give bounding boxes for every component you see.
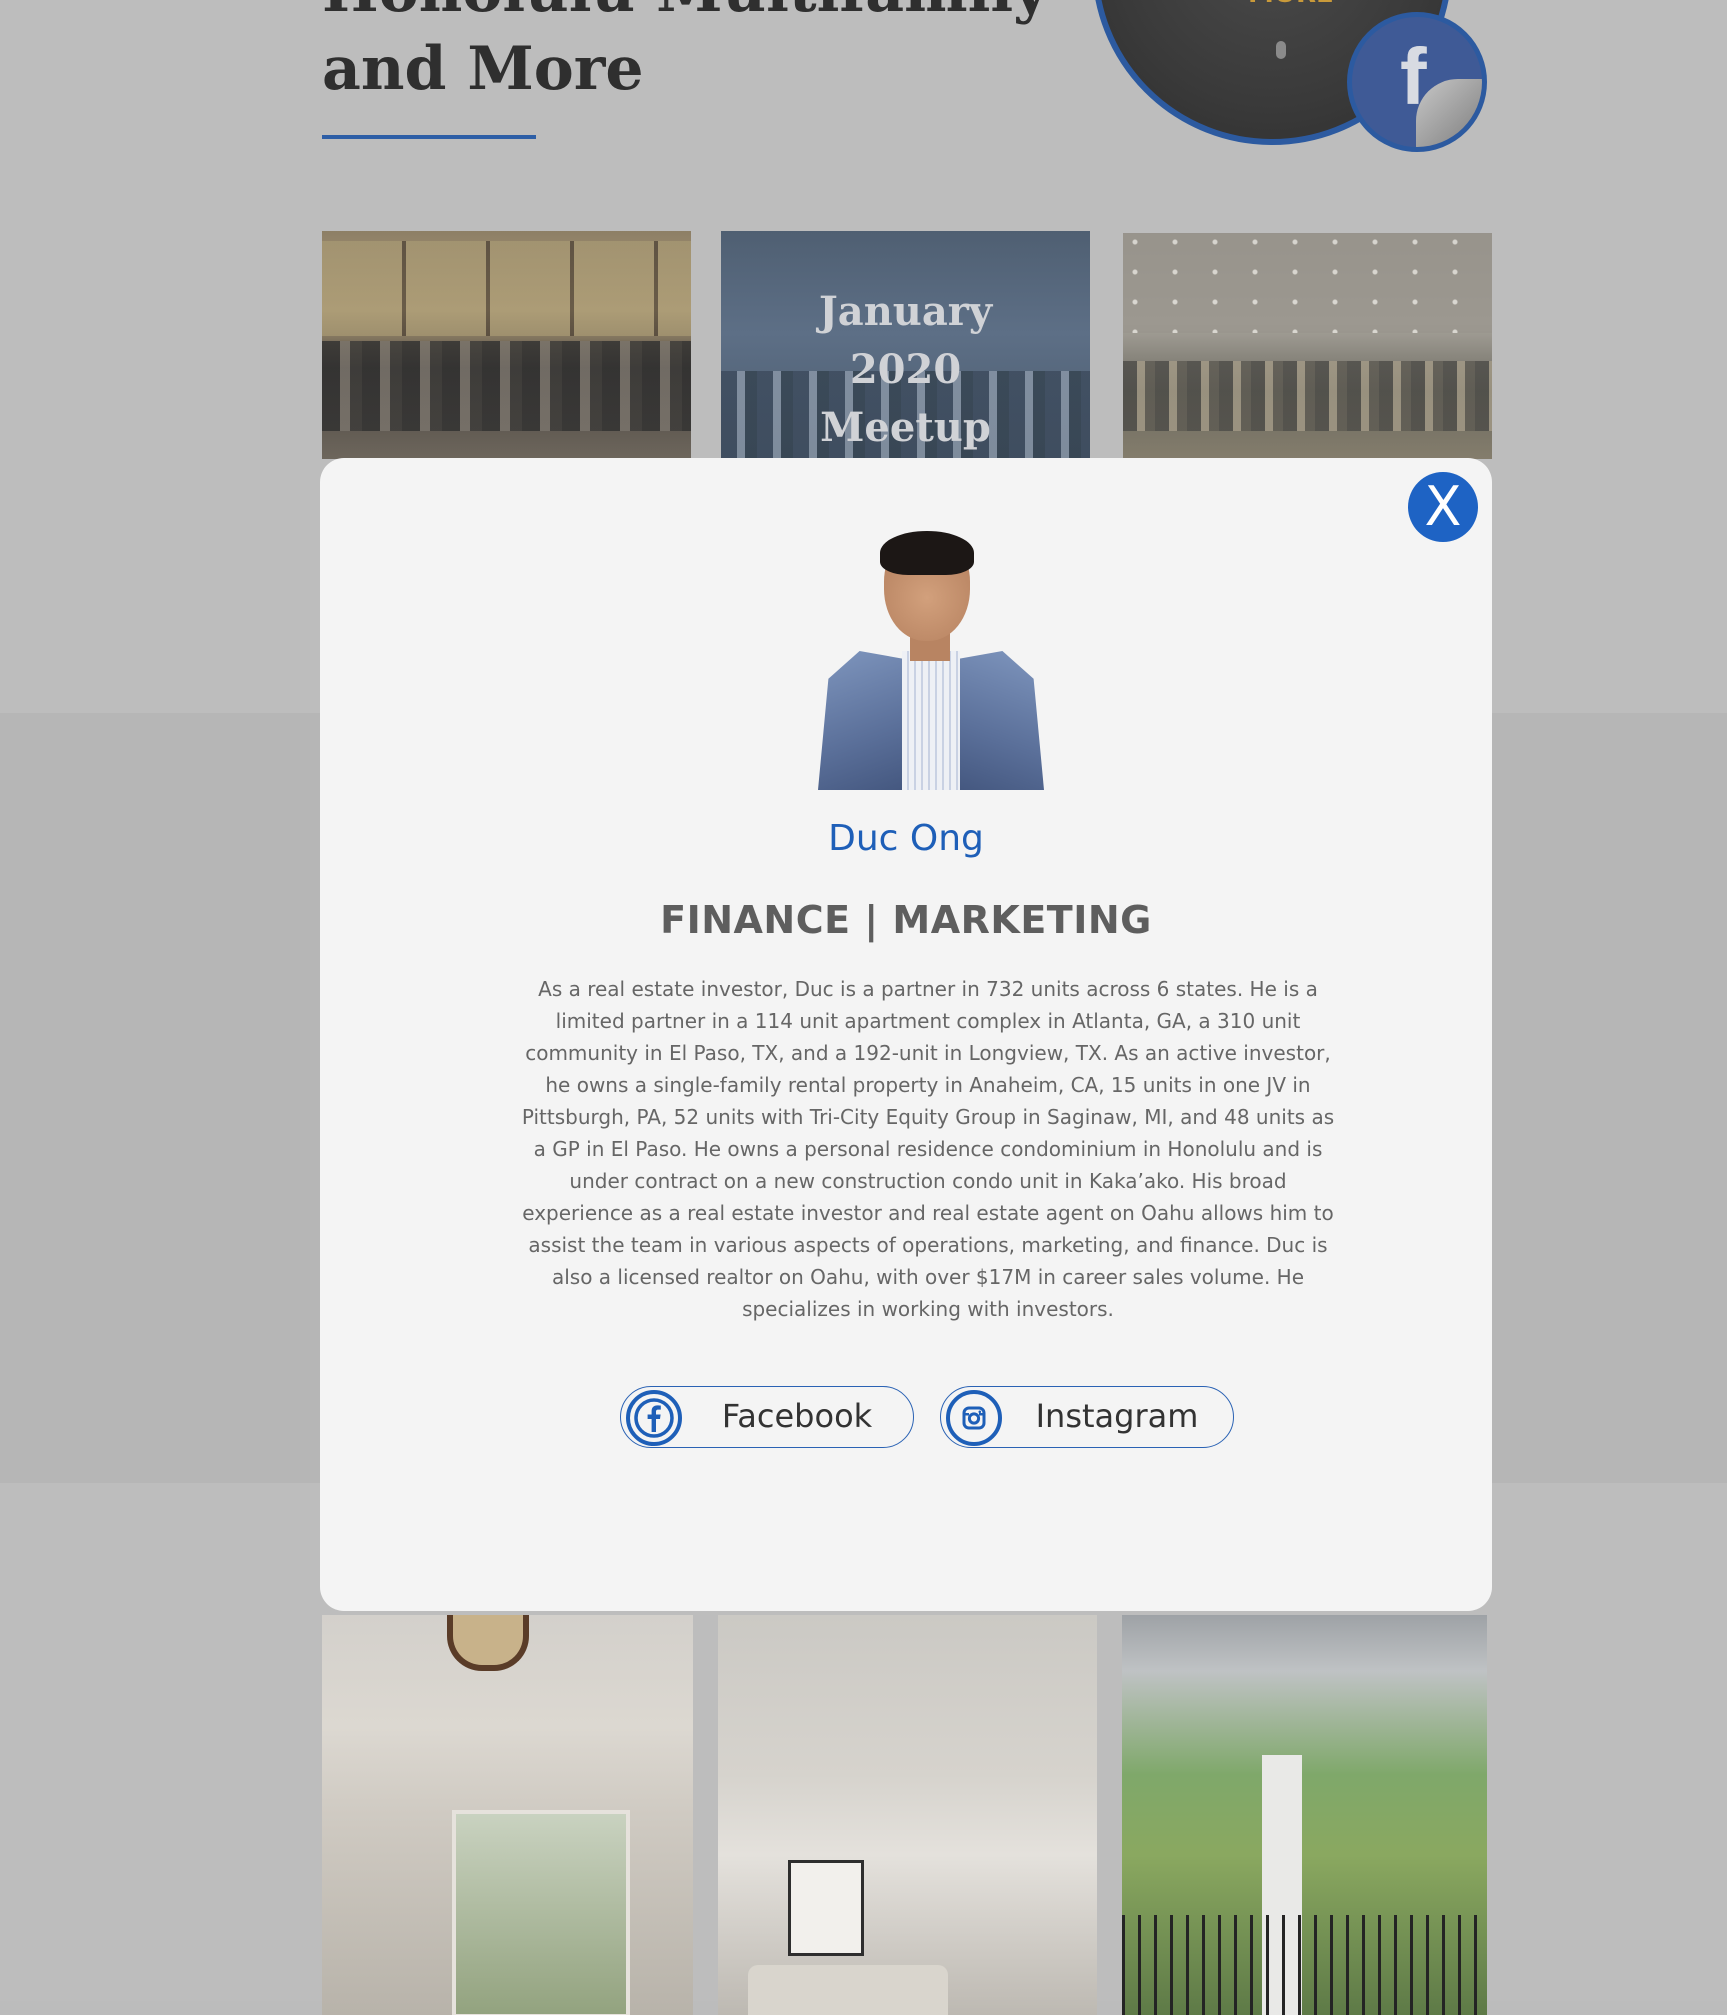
title-underline (322, 135, 536, 139)
close-button[interactable]: X (1408, 472, 1478, 542)
meetup-caption: January 2020 Meetup (721, 283, 1090, 457)
microphone-icon (1276, 41, 1286, 59)
facebook-button-label: Facebook (721, 1397, 873, 1435)
property-photo-balcony[interactable] (1122, 1615, 1487, 2015)
page-title-line1: Honolulu Multifamily (322, 0, 1048, 26)
instagram-button-label: Instagram (1035, 1397, 1199, 1435)
podcast-cover-text: MORE (1248, 0, 1334, 9)
meetup-caption-line2: 2020 (849, 346, 962, 393)
meetup-photo-1[interactable] (322, 231, 691, 459)
facebook-badge-icon[interactable]: f (1347, 12, 1487, 152)
property-photo-bedroom[interactable] (322, 1615, 693, 2015)
member-role: FINANCE | MARKETING (660, 898, 1152, 942)
team-member-modal: X Duc Ong FINANCE | MARKETING As a real … (320, 458, 1492, 1611)
meetup-photo-3[interactable] (1123, 233, 1492, 459)
page-title: Honolulu Multifamily and More (322, 0, 1048, 108)
facebook-button[interactable]: Facebook (620, 1386, 914, 1448)
meetup-photo-2[interactable]: January 2020 Meetup (721, 231, 1090, 459)
property-photo-living-room[interactable] (718, 1615, 1097, 2015)
member-bio: As a real estate investor, Duc is a part… (521, 977, 1335, 1321)
facebook-icon (626, 1390, 682, 1446)
member-name: Duc Ong (828, 818, 984, 859)
meetup-caption-line3: Meetup (820, 404, 991, 451)
portrait-hair (880, 531, 974, 575)
instagram-icon (946, 1390, 1002, 1446)
portrait-shirt (902, 651, 960, 790)
profile-photo (818, 531, 1044, 790)
instagram-button[interactable]: Instagram (940, 1386, 1234, 1448)
page-title-line2: and More (322, 34, 644, 104)
meetup-caption-line1: January (818, 288, 993, 335)
